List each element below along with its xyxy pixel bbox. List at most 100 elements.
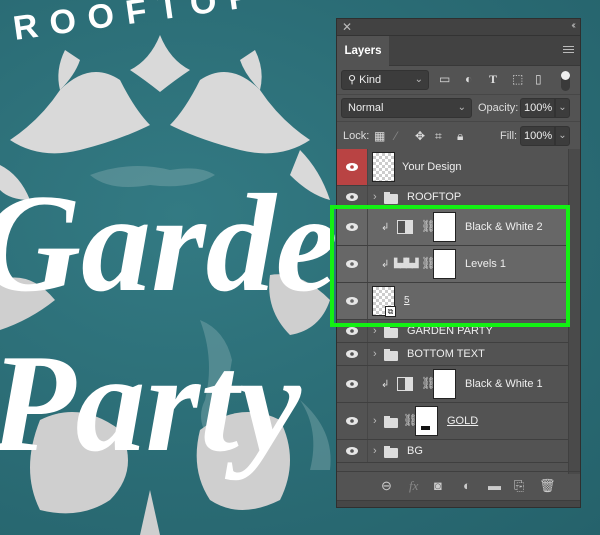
collapse-icon[interactable]: ‹‹ — [571, 20, 575, 31]
layer-row[interactable]: ⧉ 5 — [337, 283, 569, 320]
lock-artboard-icon[interactable]: ⌗ — [435, 129, 442, 144]
panel-tabs: Layers — [337, 36, 580, 66]
link-icon[interactable]: ⊖ — [381, 478, 392, 494]
lock-position-icon[interactable]: ✥ — [415, 129, 425, 143]
levels-adjustment-icon: ▙▟▙▟ — [394, 258, 419, 268]
layer-name: Levels 1 — [465, 258, 506, 270]
expand-chevron-icon[interactable]: › — [373, 191, 377, 203]
blend-mode-value: Normal — [348, 102, 384, 114]
layer-thumbnail — [372, 152, 395, 182]
eye-icon — [346, 447, 358, 455]
group-mask-thumbnail — [415, 406, 438, 436]
blend-row: Normal ⌄ Opacity: 100% ⌄ — [337, 95, 580, 122]
layer-row[interactable]: ↲ ⛓ Black & White 1 — [337, 366, 569, 403]
layer-name: Black & White 1 — [465, 378, 543, 390]
folder-icon — [384, 416, 398, 428]
layer-mask-thumbnail — [433, 212, 456, 242]
smart-object-badge-icon: ⧉ — [385, 306, 396, 317]
type-filter-icon[interactable]: T — [489, 72, 497, 87]
expand-chevron-icon[interactable]: › — [373, 415, 377, 427]
eye-icon — [346, 350, 358, 358]
shape-filter-icon[interactable]: ⬚ — [512, 72, 523, 86]
layer-row[interactable]: › GARDEN PARTY — [337, 320, 569, 343]
folder-icon — [384, 192, 398, 204]
search-icon: ⚲ — [348, 74, 360, 86]
eye-icon — [346, 163, 358, 171]
opacity-input[interactable]: 100% — [520, 98, 555, 118]
layers-list: Your Design › ROOFTOP ↲ ⛓ Black & White … — [337, 149, 569, 463]
layer-name: BOTTOM TEXT — [407, 348, 485, 360]
smart-object-thumbnail: ⧉ — [372, 286, 396, 317]
fill-dropdown[interactable]: ⌄ — [555, 126, 570, 146]
layer-row[interactable]: › BOTTOM TEXT — [337, 343, 569, 366]
trash-icon[interactable]: 🗑︎ — [539, 478, 556, 494]
expand-chevron-icon[interactable]: › — [373, 325, 377, 337]
visibility-toggle[interactable] — [337, 440, 368, 462]
expand-chevron-icon[interactable]: › — [373, 445, 377, 457]
close-icon[interactable]: ✕ — [342, 20, 352, 34]
panel-resize-grip[interactable] — [337, 500, 580, 507]
layer-name: 5 — [404, 295, 410, 306]
blend-mode-select[interactable]: Normal ⌄ — [341, 98, 472, 118]
expand-chevron-icon[interactable]: › — [373, 348, 377, 360]
visibility-toggle[interactable] — [337, 149, 368, 185]
panel-titlebar[interactable]: ✕ ‹‹ — [337, 19, 580, 36]
fill-input[interactable]: 100% — [520, 126, 555, 146]
chevron-down-icon: ⌄ — [414, 74, 423, 85]
eye-icon — [346, 417, 358, 425]
eye-icon — [346, 297, 358, 305]
art-script-party: Party — [0, 326, 302, 481]
visibility-toggle[interactable] — [337, 283, 368, 319]
layer-name: Black & White 2 — [465, 221, 543, 233]
filter-kind-label: Kind — [359, 74, 382, 86]
new-group-icon[interactable]: ▬ — [488, 478, 501, 493]
layer-row[interactable]: › BG — [337, 440, 569, 463]
visibility-toggle[interactable] — [337, 209, 368, 245]
layer-row[interactable]: › ROOFTOP — [337, 186, 569, 209]
lock-transparent-icon[interactable]: ▦ — [374, 129, 385, 143]
layer-name: BG — [407, 445, 423, 457]
layer-name: GOLD — [447, 415, 479, 427]
clip-arrow-icon: ↲ — [381, 379, 390, 390]
layers-panel: ✕ ‹‹ Layers ⚲ Kind ⌄ ▭ ◐ T ⬚ ▯ Normal ⌄ … — [336, 18, 581, 508]
layer-row[interactable]: ↲ ⛓ Black & White 2 — [337, 209, 569, 246]
folder-icon — [384, 326, 398, 338]
mask-icon[interactable]: ◙ — [434, 478, 442, 493]
layer-name: ROOFTOP — [407, 191, 462, 203]
visibility-toggle[interactable] — [337, 366, 368, 402]
mask-shape — [421, 426, 430, 430]
folder-icon — [384, 349, 398, 361]
eye-icon — [346, 223, 358, 231]
layer-row[interactable]: ↲ ▙▟▙▟ ⛓ Levels 1 — [337, 246, 569, 283]
visibility-toggle[interactable] — [337, 403, 368, 439]
smartobject-filter-icon[interactable]: ▯ — [535, 72, 542, 86]
opacity-dropdown[interactable]: ⌄ — [555, 98, 570, 118]
filter-kind-select[interactable]: ⚲ Kind ⌄ — [341, 70, 429, 90]
tab-layers[interactable]: Layers — [337, 36, 389, 66]
visibility-toggle[interactable] — [337, 343, 368, 365]
lock-row: Lock: ▦ ⁄ ✥ ⌗ 🔒︎ Fill: 100% ⌄ — [337, 122, 580, 150]
new-layer-icon[interactable]: ⎘ — [514, 478, 524, 494]
pixel-filter-icon[interactable]: ▭ — [439, 72, 450, 86]
filter-toggle[interactable] — [561, 71, 570, 91]
adjustment-filter-icon[interactable]: ◐ — [465, 72, 472, 86]
fx-icon[interactable]: fx — [409, 478, 418, 494]
panel-footer: ⊖ fx ◙ ◐ ▬ ⎘ 🗑︎ — [337, 471, 580, 499]
layer-mask-thumbnail — [433, 249, 456, 279]
layer-name: GARDEN PARTY — [407, 325, 493, 337]
layer-mask-thumbnail — [433, 369, 456, 399]
visibility-toggle[interactable] — [337, 320, 368, 342]
lock-all-icon[interactable]: 🔒︎ — [457, 129, 463, 144]
visibility-toggle[interactable] — [337, 186, 368, 208]
layer-row[interactable]: Your Design — [337, 149, 569, 186]
lock-paint-icon[interactable]: ⁄ — [395, 129, 397, 143]
visibility-toggle[interactable] — [337, 246, 368, 282]
layer-name: Your Design — [402, 161, 462, 173]
layers-scrollbar[interactable] — [568, 149, 580, 474]
clip-arrow-icon: ↲ — [381, 222, 390, 233]
panel-menu-icon[interactable] — [563, 46, 574, 55]
fill-label: Fill: — [500, 130, 518, 142]
adjustment-icon[interactable]: ◐ — [463, 478, 471, 493]
layer-row[interactable]: › ⛓ GOLD — [337, 403, 569, 440]
black-white-adjustment-icon — [397, 377, 413, 391]
